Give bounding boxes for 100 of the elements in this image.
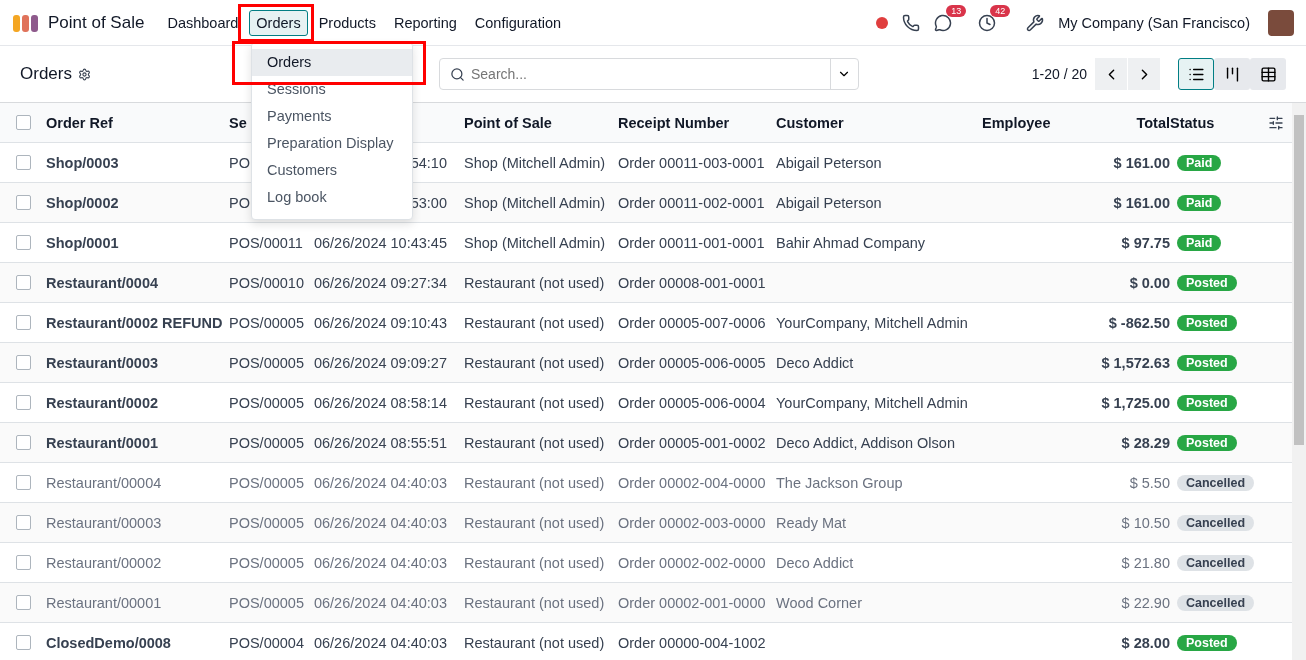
table-cell: Restaurant/00001: [46, 594, 162, 611]
table-cell: Restaurant (not used): [464, 594, 605, 611]
table-cell: Restaurant (not used): [464, 434, 605, 451]
menu-item[interactable]: Orders: [249, 9, 308, 36]
column-header[interactable]: Total: [1136, 114, 1170, 131]
checkbox[interactable]: [16, 475, 31, 490]
next-button[interactable]: [1128, 58, 1160, 90]
checkbox[interactable]: [16, 355, 31, 370]
chat-icon[interactable]: [934, 13, 953, 32]
table-cell: Order 00005-006-0004: [618, 394, 766, 411]
column-settings-icon[interactable]: [1268, 114, 1284, 131]
view-button[interactable]: [1250, 58, 1286, 90]
table-cell: $ 28.29: [1121, 434, 1170, 451]
table-cell: Abigail Peterson: [776, 154, 882, 171]
dropdown-item[interactable]: Sessions: [252, 76, 412, 103]
phone-icon[interactable]: [902, 13, 921, 32]
column-header[interactable]: Employee: [982, 114, 1051, 131]
settings-icon[interactable]: [77, 67, 91, 81]
checkbox[interactable]: [16, 155, 31, 170]
table-cell: Restaurant/00003: [46, 514, 162, 531]
table-cell: $ 21.80: [1121, 554, 1170, 571]
table-cell: Restaurant/0001: [46, 434, 159, 451]
table-cell: Order 00008-001-0001: [618, 274, 766, 291]
previous-button[interactable]: [1095, 58, 1127, 90]
scrollbar[interactable]: [1292, 103, 1306, 660]
checkbox[interactable]: [16, 315, 31, 330]
grid-view-icon: [1259, 65, 1277, 83]
dropdown-item[interactable]: Preparation Display: [252, 130, 412, 157]
menu-item[interactable]: Products: [311, 9, 383, 36]
checkbox[interactable]: [16, 515, 31, 530]
column-header[interactable]: Customer: [776, 114, 844, 131]
table-cell: Restaurant (not used): [464, 634, 605, 651]
table-cell: POS/00005: [229, 354, 304, 371]
tools-icon[interactable]: [1026, 13, 1045, 32]
table-cell: Restaurant/0002 REFUND: [46, 314, 223, 331]
table-cell: $ 97.75: [1121, 234, 1170, 251]
status-badge: Posted: [1177, 394, 1237, 411]
table-cell: 06/26/2024 09:09:27: [313, 354, 447, 371]
view-button[interactable]: [1214, 58, 1250, 90]
column-header[interactable]: Point of Sale: [464, 114, 552, 131]
column-header[interactable]: Se: [229, 114, 247, 131]
status-badge: Cancelled: [1177, 474, 1255, 491]
table-cell: Order 00005-006-0005: [618, 354, 766, 371]
table-cell: $ 5.50: [1129, 474, 1170, 491]
checkbox[interactable]: [16, 275, 31, 290]
status-badge: Posted: [1177, 634, 1237, 651]
table-cell: POS/00005: [229, 394, 304, 411]
user-avatar[interactable]: [1268, 9, 1294, 36]
table-cell: $ 161.00: [1113, 194, 1170, 211]
table-cell: ClosedDemo/0008: [46, 634, 171, 651]
table-cell: Restaurant (not used): [464, 554, 605, 571]
table-cell: Restaurant/0003: [46, 354, 159, 371]
checkbox[interactable]: [16, 235, 31, 250]
dropdown-item[interactable]: Customers: [252, 157, 412, 184]
checkbox[interactable]: [16, 635, 31, 650]
dropdown-item[interactable]: Payments: [252, 103, 412, 130]
table-cell: $ 1,725.00: [1101, 394, 1170, 411]
column-header[interactable]: Receipt Number: [618, 114, 730, 131]
status-badge: Paid: [1177, 194, 1222, 211]
status-badge: Posted: [1177, 314, 1237, 331]
page-title: Orders: [20, 64, 72, 84]
table-cell: Order 00002-002-0000: [618, 554, 766, 571]
table-cell: POS/00005: [229, 474, 304, 491]
search-field[interactable]: Search...: [438, 58, 859, 90]
column-header[interactable]: Order Ref: [46, 114, 113, 131]
view-button[interactable]: [1178, 58, 1214, 90]
menu-item[interactable]: Dashboard: [160, 9, 246, 36]
table-cell: 06/26/2024 09:10:43: [313, 314, 447, 331]
company-name[interactable]: My Company (San Francisco): [1058, 14, 1250, 31]
checkbox[interactable]: [16, 395, 31, 410]
checkbox[interactable]: [16, 115, 31, 130]
status-dot: [876, 16, 889, 29]
search-icon: [449, 66, 465, 82]
checkbox[interactable]: [16, 435, 31, 450]
table-cell: Restaurant (not used): [464, 354, 605, 371]
table-cell: POS/00010: [229, 274, 304, 291]
dropdown-item[interactable]: Log book: [252, 184, 412, 211]
column-header[interactable]: Status: [1170, 114, 1215, 131]
table-cell: Shop/0002: [46, 194, 119, 211]
table-cell: 06/26/2024 04:40:03: [313, 634, 447, 651]
menu-item[interactable]: Reporting: [386, 9, 464, 36]
table-cell: $ 28.00: [1121, 634, 1170, 651]
table-cell: Shop (Mitchell Admin): [464, 234, 606, 251]
clock-icon[interactable]: [978, 13, 997, 32]
table-cell: 06/26/2024 04:40:03: [313, 514, 447, 531]
table-cell: Shop (Mitchell Admin): [464, 194, 606, 211]
checkbox[interactable]: [16, 555, 31, 570]
table-cell: Restaurant (not used): [464, 474, 605, 491]
table-cell: Restaurant (not used): [464, 274, 605, 291]
table-cell: Restaurant/00004: [46, 474, 162, 491]
table-cell: Restaurant (not used): [464, 514, 605, 531]
table-cell: POS/00005: [229, 434, 304, 451]
status-badge: Posted: [1177, 354, 1237, 371]
table-cell: POS/00011: [229, 234, 303, 251]
table-cell: $ 0.00: [1129, 274, 1170, 291]
menu-item[interactable]: Configuration: [467, 9, 569, 36]
dropdown-item[interactable]: Orders: [252, 49, 412, 76]
table-cell: YourCompany, Mitchell Admin: [776, 314, 968, 331]
checkbox[interactable]: [16, 595, 31, 610]
checkbox[interactable]: [16, 195, 31, 210]
